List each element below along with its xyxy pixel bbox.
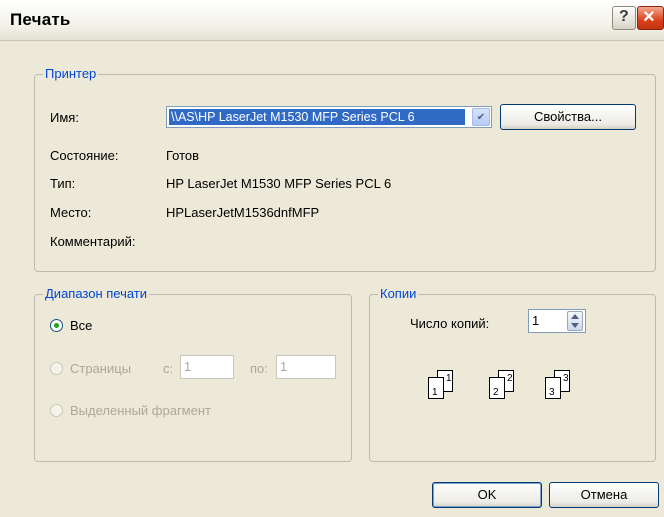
range-pages-label[interactable]: Страницы bbox=[70, 361, 131, 376]
status-value: Готов bbox=[166, 148, 200, 163]
window-title: Печать bbox=[10, 10, 71, 29]
close-icon: × bbox=[643, 6, 655, 28]
location-label: Место: bbox=[50, 205, 92, 220]
help-button[interactable]: ? bbox=[612, 6, 636, 30]
printer-name-label: Имя: bbox=[50, 110, 79, 125]
ok-button[interactable]: OK bbox=[432, 482, 542, 508]
printer-group-label: Принтер bbox=[43, 66, 99, 81]
comment-label: Комментарий: bbox=[50, 234, 136, 249]
location-value: HPLaserJetM1536dnfMFP bbox=[166, 205, 320, 220]
collate-page: 3 bbox=[545, 377, 561, 399]
status-label: Состояние: bbox=[50, 148, 119, 163]
chevron-down-icon[interactable]: ✔ bbox=[472, 108, 490, 126]
range-selection-label[interactable]: Выделенный фрагмент bbox=[70, 403, 211, 418]
range-all-label[interactable]: Все bbox=[70, 318, 92, 333]
close-button[interactable]: × bbox=[637, 6, 664, 30]
cancel-button[interactable]: Отмена bbox=[549, 482, 659, 508]
copies-count-value: 1 bbox=[532, 313, 540, 328]
range-to-label: по: bbox=[250, 361, 268, 376]
type-value: HP LaserJet M1530 MFP Series PCL 6 bbox=[166, 176, 392, 191]
printer-name-value: \\AS\HP LaserJet M1530 MFP Series PCL 6 bbox=[169, 109, 465, 125]
collate-page: 2 bbox=[489, 377, 505, 399]
copies-spinner[interactable] bbox=[567, 311, 583, 331]
spin-up-icon[interactable] bbox=[571, 314, 579, 319]
spin-down-icon[interactable] bbox=[571, 323, 579, 328]
help-icon: ? bbox=[619, 8, 629, 25]
properties-button[interactable]: Свойства... bbox=[500, 104, 636, 130]
range-to-input[interactable]: 1 bbox=[276, 355, 336, 379]
print-range-group-label: Диапазон печати bbox=[43, 286, 150, 301]
copies-count-label: Число копий: bbox=[410, 316, 490, 331]
range-from-label: с: bbox=[163, 361, 174, 376]
title-bar[interactable]: Печать ? × bbox=[0, 0, 664, 41]
type-label: Тип: bbox=[50, 176, 76, 191]
printer-name-combobox[interactable]: \\AS\HP LaserJet M1530 MFP Series PCL 6 … bbox=[166, 106, 492, 128]
range-pages-radio[interactable] bbox=[50, 362, 63, 375]
copies-group-label: Копии bbox=[378, 286, 419, 301]
range-all-radio[interactable] bbox=[50, 319, 63, 332]
range-selection-radio[interactable] bbox=[50, 404, 63, 417]
print-dialog: Печать ? × Принтер Имя: \\AS\HP LaserJet… bbox=[0, 0, 664, 517]
range-from-input[interactable]: 1 bbox=[180, 355, 234, 379]
collate-page: 1 bbox=[428, 377, 444, 399]
